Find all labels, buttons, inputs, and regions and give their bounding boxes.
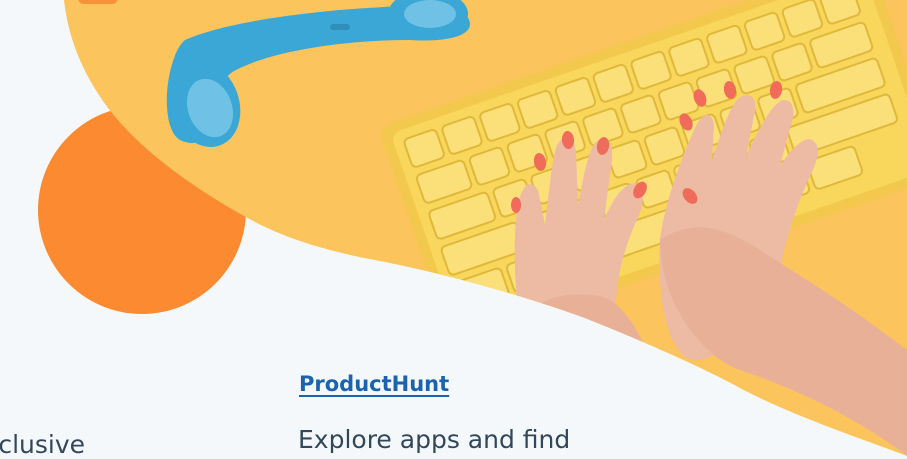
producthunt-description: Explore apps and find	[298, 425, 571, 454]
producthunt-link[interactable]: ProductHunt	[299, 372, 449, 396]
previous-card-description: xclusive	[0, 430, 86, 459]
hero-image	[38, 0, 907, 456]
